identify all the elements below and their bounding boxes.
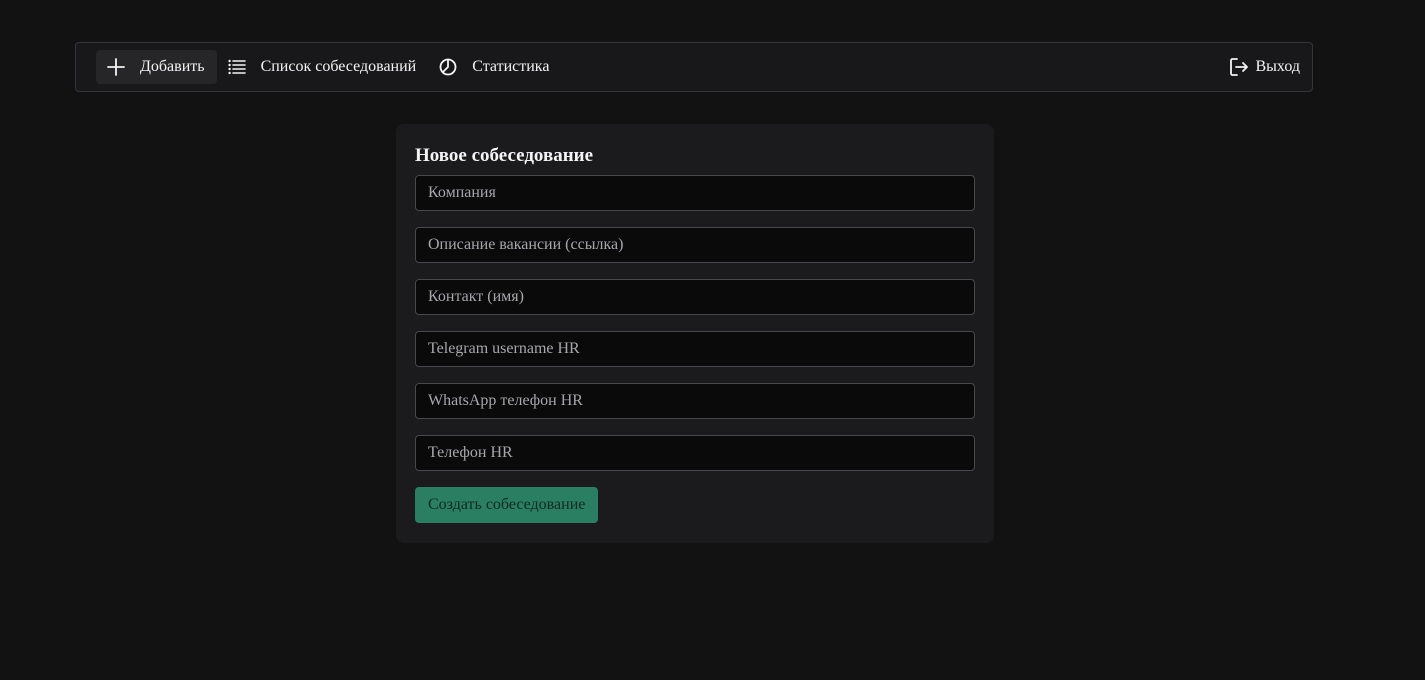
nav-item-label: Список собеседований [260,58,417,75]
pie-chart-icon [438,57,458,77]
vacancy-link-input[interactable] [415,227,975,263]
hr-phone-input[interactable] [415,435,975,471]
nav-item-add[interactable]: Добавить [96,50,217,84]
whatsapp-phone-input[interactable] [415,383,975,419]
nav-item-interview-list[interactable]: Список собеседований [217,50,429,84]
create-interview-button[interactable]: Создать собеседование [415,487,599,523]
logout-label: Выход [1255,58,1301,75]
form-title: Новое собеседование [415,145,594,166]
plus-icon [106,57,126,77]
list-icon [227,57,247,77]
company-input[interactable] [415,175,975,211]
top-navbar: Добавить Список собеседований Статистика [75,42,1313,92]
nav-item-label: Статистика [472,58,550,75]
new-interview-form: Новое собеседование Создать собеседовани… [396,124,994,543]
nav-item-statistics[interactable]: Статистика [428,50,561,84]
telegram-username-input[interactable] [415,331,975,367]
logout-icon [1230,57,1250,77]
logout-button[interactable]: Выход [1224,50,1301,84]
nav-item-label: Добавить [140,58,205,75]
contact-name-input[interactable] [415,279,975,315]
